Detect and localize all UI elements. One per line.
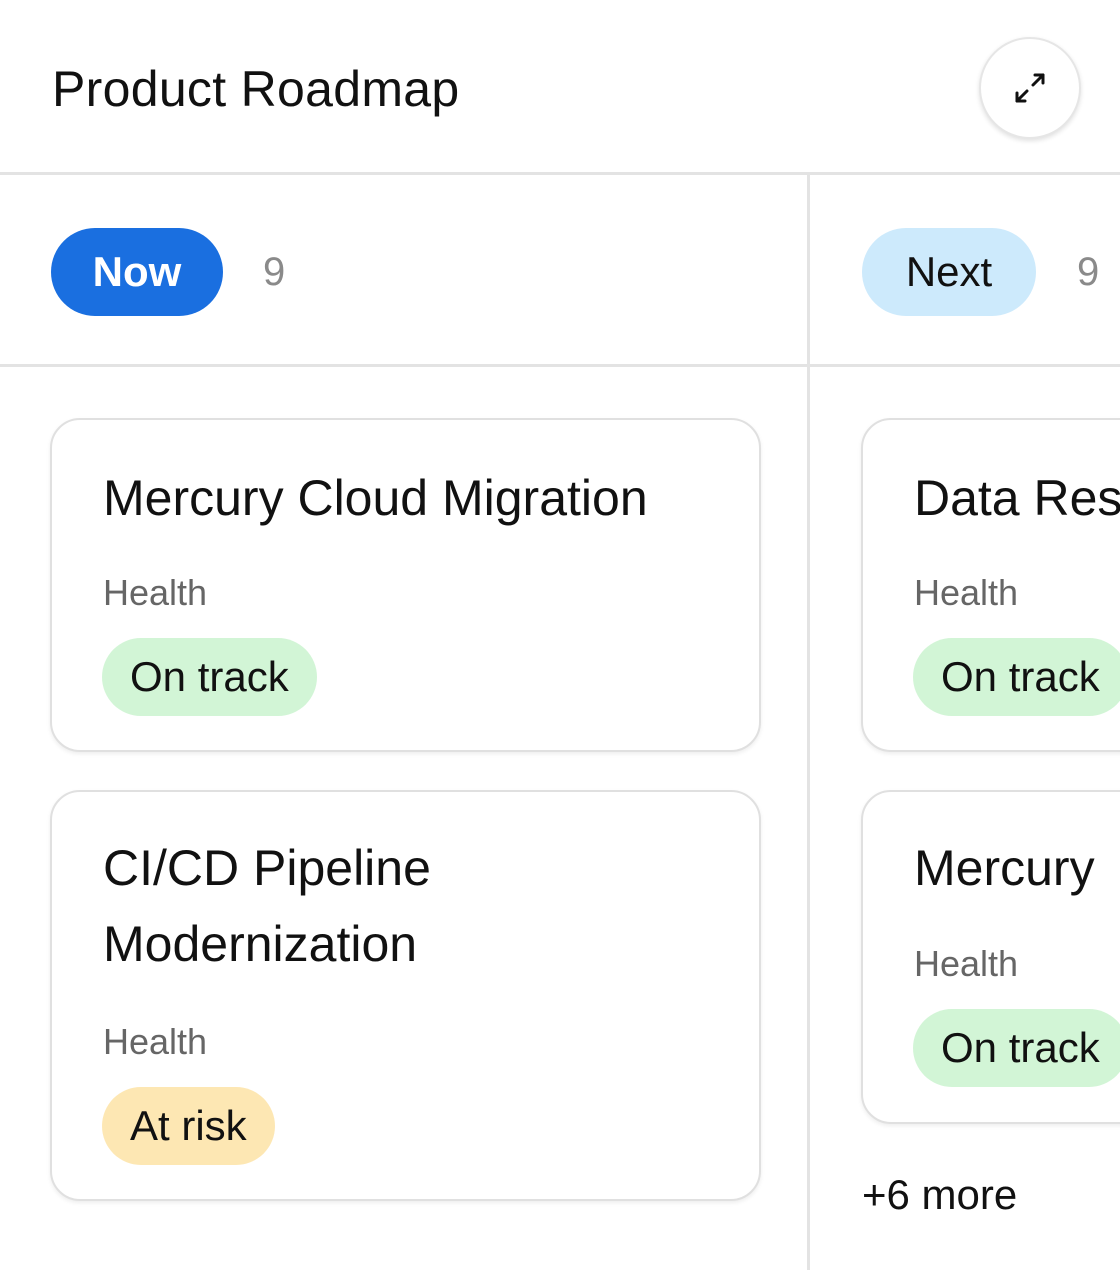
roadmap-app: Product Roadmap Now 9 Mercury Cloud Migr…: [0, 0, 1120, 1270]
roadmap-card[interactable]: Data Res Health On track: [861, 418, 1120, 752]
page-title: Product Roadmap: [52, 61, 460, 117]
health-label: Health: [914, 572, 1019, 613]
stage-pill-now[interactable]: Now: [51, 228, 223, 316]
health-label: Health: [914, 943, 1019, 984]
card-title: Mercury: [914, 840, 1095, 896]
health-badge: At risk: [102, 1087, 275, 1165]
stage-count: 9: [263, 250, 286, 294]
expand-arrows-icon: [1015, 73, 1045, 103]
column-next: Next 9 Data Res Health On track Mercury …: [810, 175, 1120, 1270]
stage-count: 9: [1077, 250, 1100, 294]
health-label: Health: [103, 1021, 208, 1062]
card-title: Mercury Cloud Migration: [103, 470, 648, 526]
expand-button[interactable]: [979, 37, 1081, 139]
health-badge: On track: [102, 638, 317, 716]
roadmap-card[interactable]: CI/CD Pipeline Modernization Health At r…: [50, 790, 761, 1201]
card-title: Data Res: [914, 470, 1120, 526]
roadmap-card[interactable]: Mercury Cloud Migration Health On track: [50, 418, 761, 752]
card-title: CI/CD Pipeline Modernization: [103, 840, 431, 972]
roadmap-card[interactable]: Mercury Health On track: [861, 790, 1120, 1124]
health-label: Health: [103, 572, 208, 613]
show-more-link[interactable]: +6 more: [862, 1169, 1017, 1221]
stage-pill-next[interactable]: Next: [862, 228, 1036, 316]
health-badge: On track: [913, 638, 1120, 716]
header: Product Roadmap: [0, 0, 1120, 175]
column-now: Now 9 Mercury Cloud Migration Health On …: [0, 175, 807, 1270]
health-badge: On track: [913, 1009, 1120, 1087]
